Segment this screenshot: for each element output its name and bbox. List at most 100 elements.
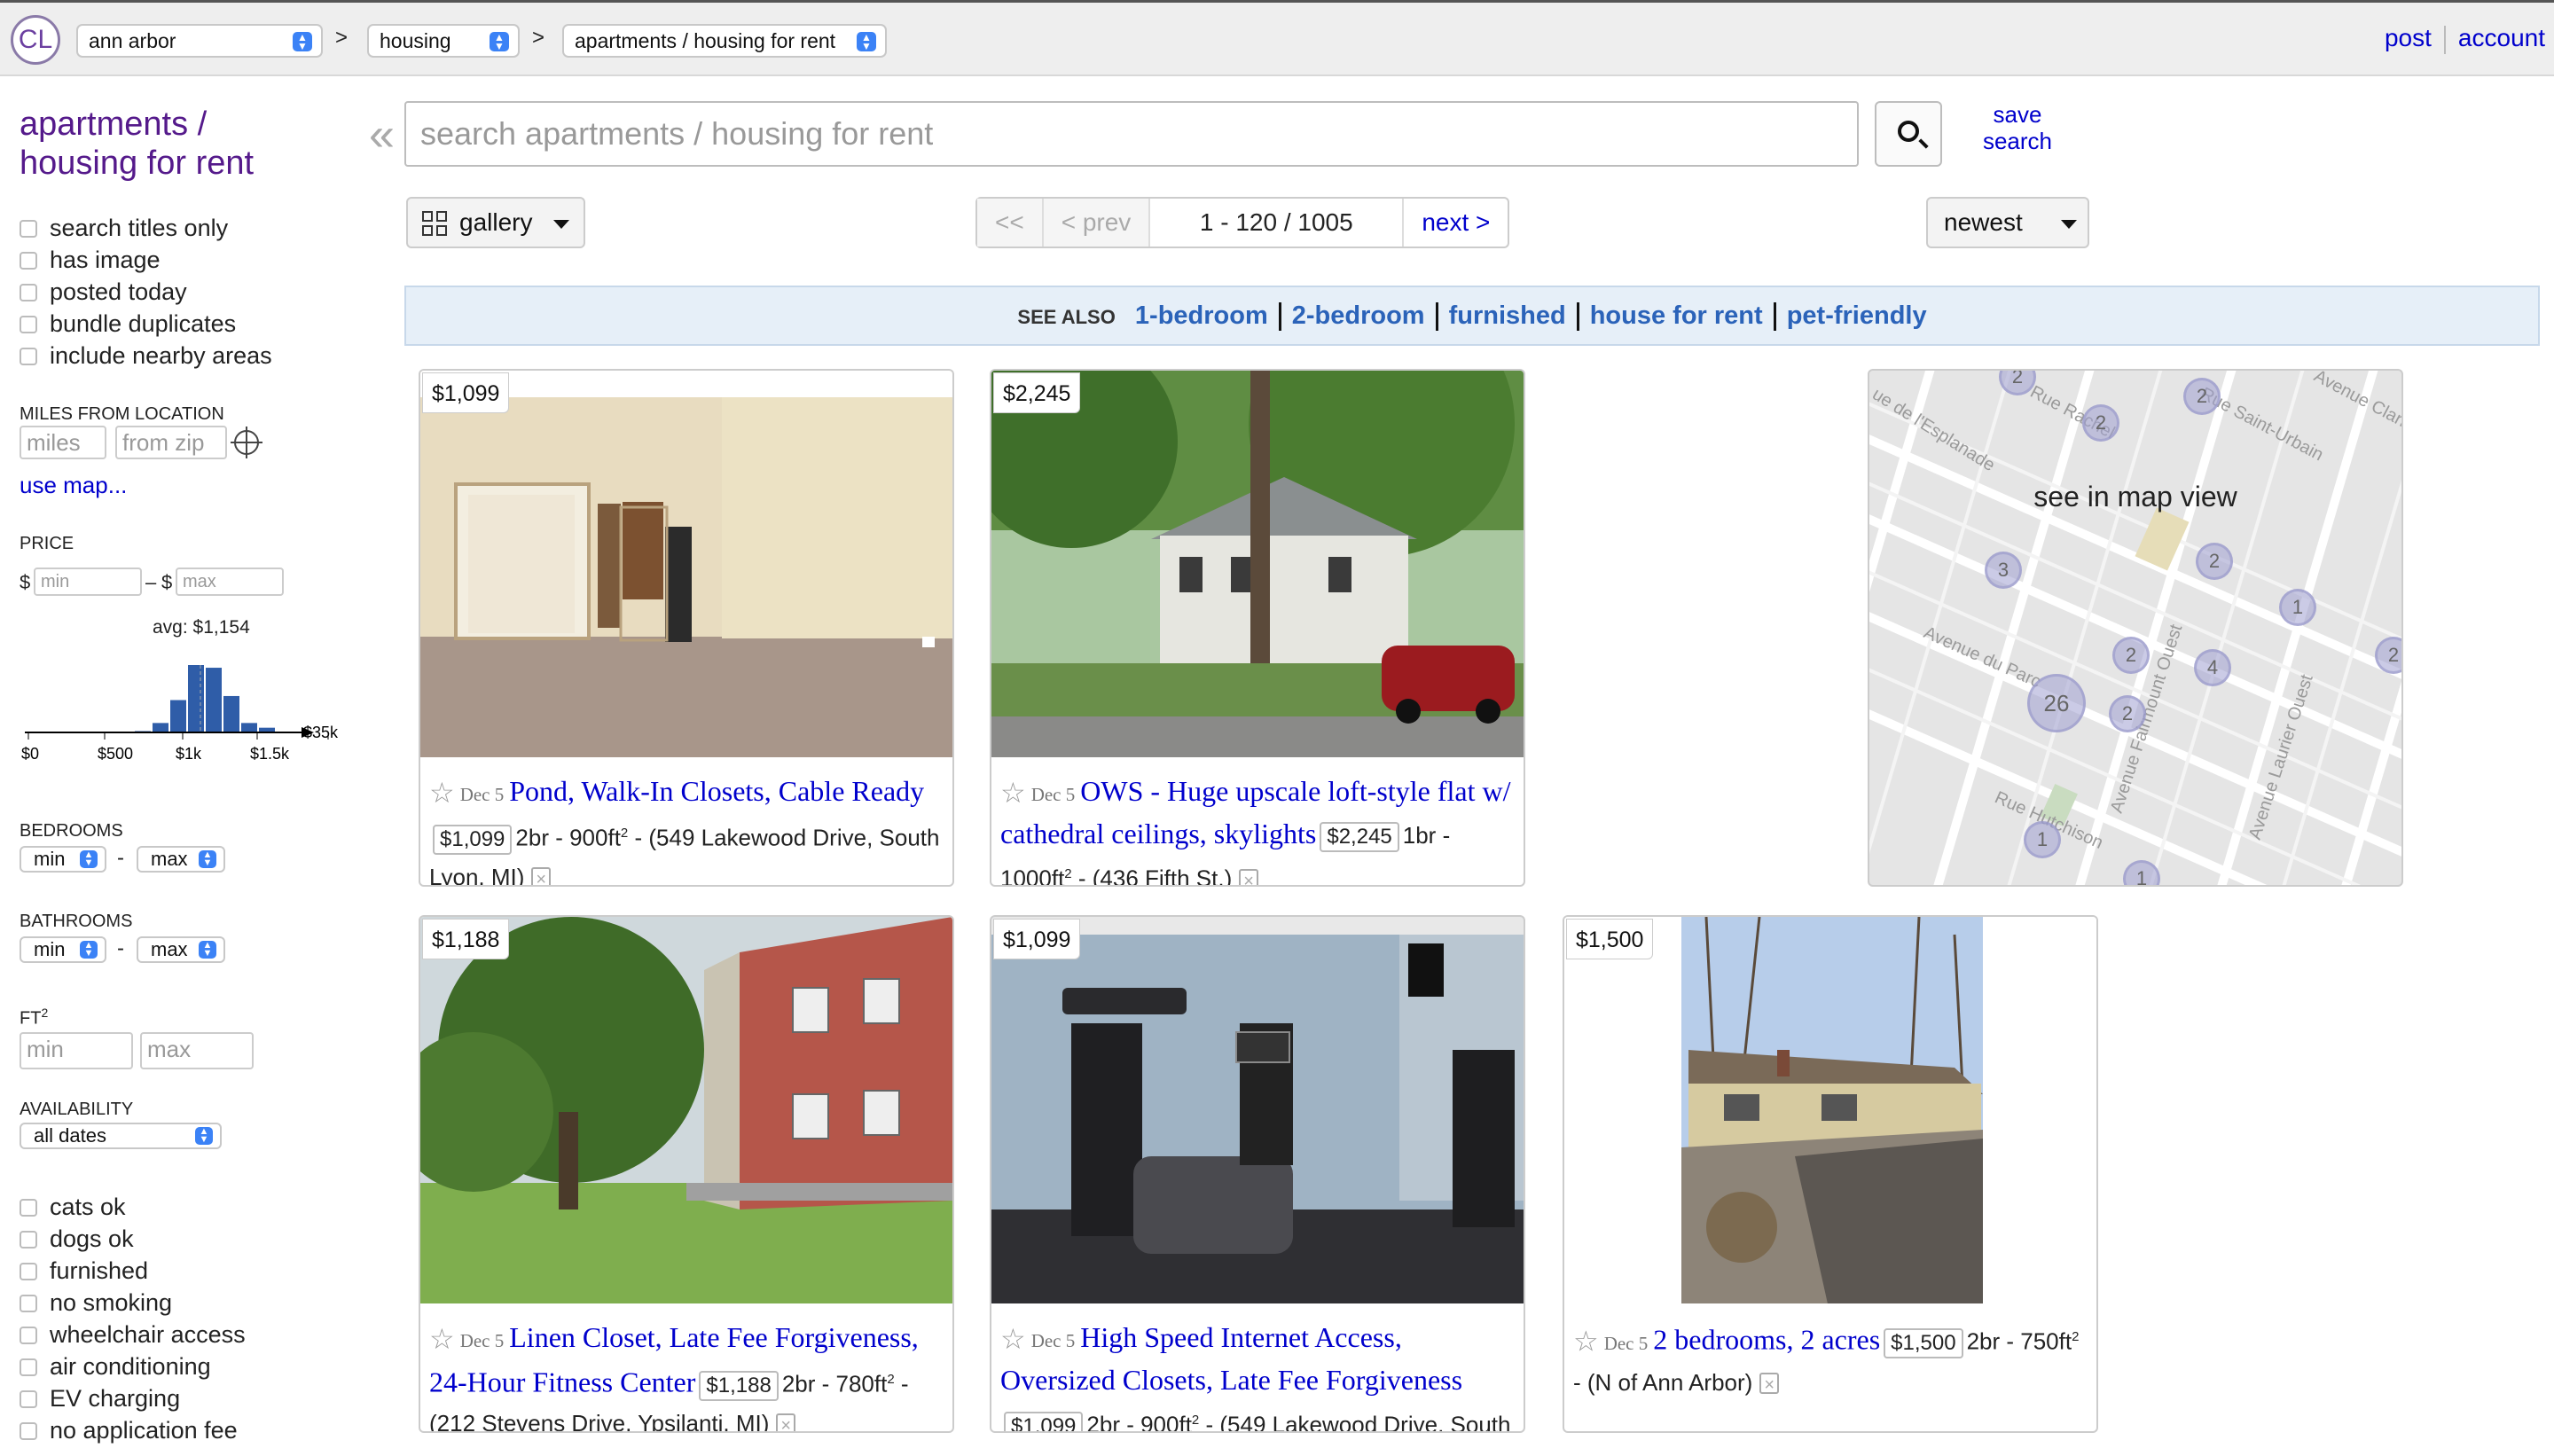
- favorite-star-icon[interactable]: ☆: [1573, 1326, 1599, 1358]
- listing-photo[interactable]: [420, 371, 952, 757]
- hide-listing-icon[interactable]: [1759, 1366, 1780, 1405]
- listing-title[interactable]: Pond, Walk-In Closets, Cable Ready: [509, 775, 924, 807]
- filter-posted-today[interactable]: posted today: [20, 277, 187, 307]
- zip-input[interactable]: from zip: [115, 426, 227, 459]
- see-also-2-bedroom[interactable]: 2-bedroom: [1292, 301, 1425, 330]
- search-input[interactable]: search apartments / housing for rent: [404, 101, 1859, 167]
- craigslist-logo[interactable]: CL: [11, 15, 60, 65]
- sqft-min-input[interactable]: min: [20, 1032, 133, 1069]
- price-min-input[interactable]: min: [34, 568, 142, 596]
- hide-listing-icon[interactable]: [776, 1406, 796, 1431]
- amenity-no-application-fee[interactable]: no application fee: [20, 1415, 238, 1445]
- bathrooms-max-select[interactable]: max ▲ ▼: [137, 936, 225, 963]
- view-mode-dropdown[interactable]: gallery: [406, 197, 585, 248]
- bathrooms-min-select[interactable]: min ▲ ▼: [20, 936, 106, 963]
- select-arrows-icon: ▲ ▼: [80, 850, 98, 868]
- see-also-1-bedroom[interactable]: 1-bedroom: [1135, 301, 1268, 330]
- filter-bundle-duplicates[interactable]: bundle duplicates: [20, 309, 236, 339]
- next-page-button[interactable]: next >: [1404, 199, 1508, 247]
- listing-card[interactable]: $2,245 ☆ Dec 5 OWS - Huge upscale loft-sty…: [990, 369, 1525, 887]
- bedrooms-min-select[interactable]: min ▲ ▼: [20, 846, 106, 873]
- locate-me-icon[interactable]: [231, 427, 262, 458]
- listing-photo[interactable]: [991, 371, 1524, 757]
- bedrooms-max-select[interactable]: max ▲ ▼: [137, 846, 225, 873]
- listing-card[interactable]: $1,099 ☆ Dec 5 Pond, Walk-In Closets, Cabl…: [419, 369, 954, 887]
- listing-card[interactable]: $1,099 ☆ Dec 5 High Speed Internet Access,…: [990, 915, 1525, 1433]
- sqft-label-text: FT: [20, 1008, 42, 1029]
- map-cluster-marker[interactable]: 1: [2024, 821, 2061, 858]
- post-link[interactable]: post: [2385, 24, 2432, 51]
- checkbox[interactable]: [20, 316, 37, 333]
- prev-page-button[interactable]: < prev: [1043, 199, 1151, 247]
- checkbox[interactable]: [20, 284, 37, 301]
- hide-listing-icon[interactable]: [531, 860, 552, 885]
- map-cluster-marker[interactable]: 3: [1985, 552, 2022, 589]
- favorite-star-icon[interactable]: ☆: [1000, 1323, 1026, 1355]
- favorite-star-icon[interactable]: ☆: [1000, 777, 1026, 809]
- listing-photo[interactable]: [1564, 917, 2096, 1303]
- use-map-link[interactable]: use map...: [20, 472, 127, 499]
- map-cluster-marker[interactable]: 1: [2279, 589, 2316, 626]
- amenity-cats-ok[interactable]: cats ok: [20, 1192, 126, 1222]
- checkbox[interactable]: [20, 1327, 37, 1344]
- filter-include-nearby-areas[interactable]: include nearby areas: [20, 341, 272, 371]
- search-button[interactable]: [1875, 101, 1942, 167]
- filter-search-titles-only[interactable]: search titles only: [20, 213, 228, 243]
- checkbox[interactable]: [20, 1390, 37, 1408]
- first-page-button[interactable]: <<: [977, 199, 1044, 247]
- favorite-star-icon[interactable]: ☆: [429, 777, 455, 809]
- map-cluster-marker[interactable]: 2: [2109, 695, 2146, 732]
- location-select[interactable]: ann arbor ▲ ▼: [76, 24, 323, 58]
- price-max-input[interactable]: max: [176, 568, 284, 596]
- map-cluster-marker[interactable]: 2: [2112, 637, 2150, 674]
- listing-card[interactable]: $1,500 ☆ Dec 52 bedrooms, 2 acres $1,500 2b…: [1563, 915, 2098, 1433]
- checkbox[interactable]: [20, 220, 37, 238]
- amenity-air-conditioning[interactable]: air conditioning: [20, 1351, 211, 1382]
- account-link[interactable]: account: [2458, 24, 2545, 51]
- histogram-bar: [153, 723, 168, 732]
- listing-title[interactable]: 2 bedrooms, 2 acres: [1653, 1324, 1880, 1356]
- checkbox[interactable]: [20, 252, 37, 270]
- see-also-house-for-rent[interactable]: house for rent: [1590, 301, 1763, 330]
- map-cluster-marker[interactable]: 26: [2027, 674, 2086, 732]
- result-range: 1 - 120 / 1005: [1150, 199, 1405, 247]
- hide-listing-icon[interactable]: [1239, 862, 1259, 885]
- amenity-ev-charging[interactable]: EV charging: [20, 1383, 180, 1413]
- favorite-star-icon[interactable]: ☆: [429, 1323, 455, 1355]
- miles-input[interactable]: miles: [20, 426, 106, 459]
- checkbox[interactable]: [20, 1358, 37, 1376]
- see-also-pet-friendly[interactable]: pet-friendly: [1787, 301, 1927, 330]
- header-divider: [2443, 25, 2446, 54]
- location-select-value: ann arbor: [89, 29, 176, 52]
- map-cluster-marker[interactable]: 4: [2194, 649, 2231, 686]
- map-cluster-marker[interactable]: 2: [2183, 378, 2221, 415]
- subcategory-select[interactable]: apartments / housing for rent ▲ ▼: [562, 24, 887, 58]
- see-also-furnished[interactable]: furnished: [1449, 301, 1566, 330]
- checkbox[interactable]: [20, 1263, 37, 1280]
- checkbox[interactable]: [20, 1422, 37, 1440]
- sqft-max-input[interactable]: max: [140, 1032, 254, 1069]
- availability-select[interactable]: all dates ▲ ▼: [20, 1123, 222, 1149]
- histogram-tick-label: $500: [98, 745, 133, 763]
- listing-photo[interactable]: [420, 917, 952, 1303]
- amenity-no-smoking[interactable]: no smoking: [20, 1288, 172, 1318]
- map-view-tile[interactable]: ue de l'Esplanade Rue Rachel Rue Saint-U…: [1868, 369, 2403, 887]
- sort-dropdown[interactable]: newest: [1926, 197, 2089, 248]
- collapse-sidebar-button[interactable]: «: [369, 108, 395, 161]
- checkbox[interactable]: [20, 1199, 37, 1217]
- listing-card[interactable]: $1,188 ☆ Dec 5 Linen Closet, Late Fee Forg…: [419, 915, 954, 1433]
- map-view-label[interactable]: see in map view: [1869, 481, 2401, 513]
- checkbox[interactable]: [20, 1295, 37, 1312]
- filter-has-image[interactable]: has image: [20, 245, 161, 275]
- category-select[interactable]: housing ▲ ▼: [367, 24, 520, 58]
- save-search-link[interactable]: save search: [1960, 101, 2075, 154]
- map-cluster-marker[interactable]: 2: [2196, 543, 2233, 580]
- amenity-wheelchair-access[interactable]: wheelchair access: [20, 1319, 246, 1350]
- map-cluster-marker[interactable]: 2: [2082, 404, 2119, 442]
- amenity-furnished[interactable]: furnished: [20, 1256, 148, 1286]
- amenity-dogs-ok[interactable]: dogs ok: [20, 1224, 134, 1254]
- price-histogram: $0 $500 $1k $1.5k $35k: [21, 665, 339, 763]
- checkbox[interactable]: [20, 1231, 37, 1249]
- checkbox[interactable]: [20, 348, 37, 365]
- listing-photo[interactable]: [991, 917, 1524, 1303]
